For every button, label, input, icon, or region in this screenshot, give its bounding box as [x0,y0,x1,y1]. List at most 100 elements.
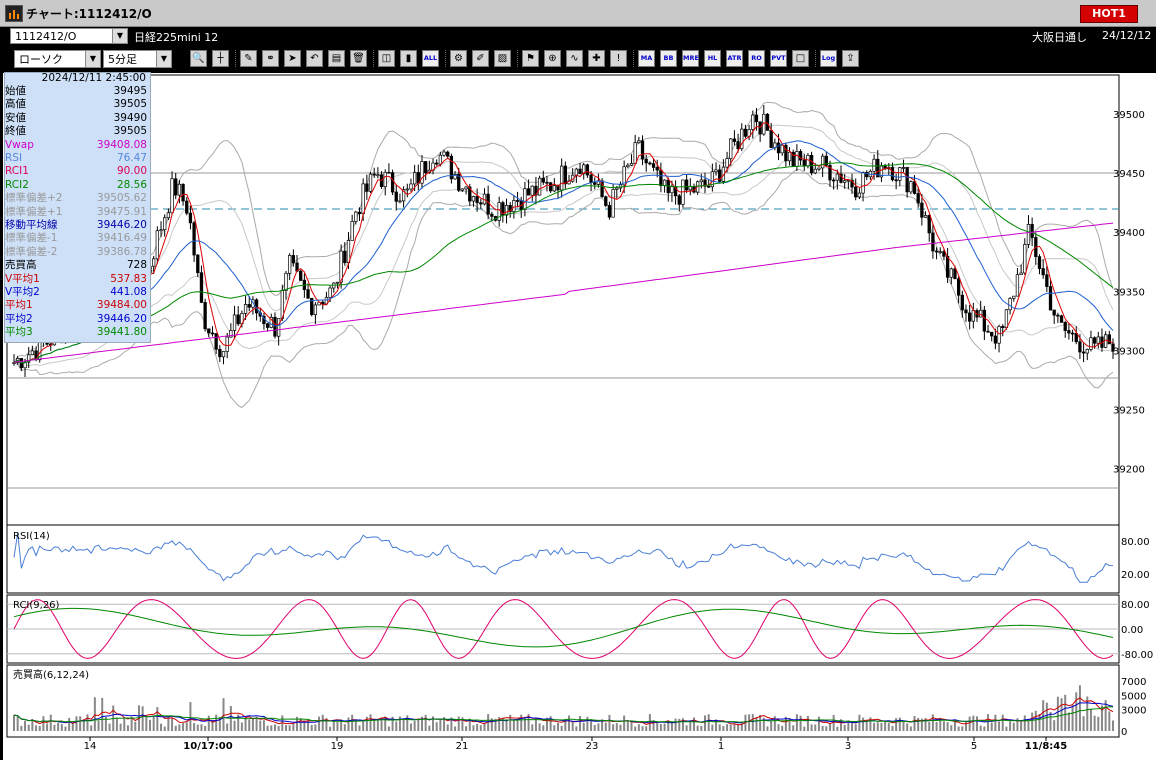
chart-area[interactable]: 39500 39450 39400 39350 39300 39250 39200 RSI(1… [3,73,1156,760]
info-row: RSI 76.47 [5,152,147,165]
toolbar-log-button[interactable]: Log [820,50,837,67]
toolbar-bb-button[interactable]: BB [660,50,677,67]
volume-bar [119,723,122,731]
toolbar-undo-button[interactable]: ↶ [306,50,323,67]
toolbar-color-button[interactable]: ▨ [494,50,511,67]
candle-body [563,165,567,185]
toolbar-average-button[interactable]: ∿ [566,50,583,67]
volume-bar [49,714,52,731]
candle-body [997,326,1001,344]
candle-body [1092,337,1097,344]
hot-button[interactable]: HOT1 [1080,5,1138,23]
candle-body [185,200,189,214]
toolbar-all-bars-button[interactable]: ALL [422,50,439,67]
toolbar-separator [373,50,376,67]
chevron-down-icon[interactable]: ▼ [85,51,100,67]
volume-bar [836,726,839,731]
toolbar-info-button[interactable]: ! [610,50,627,67]
rsi-axis-label: 20.00 [1121,570,1150,581]
interval-select[interactable]: 5分足 ▼ [103,50,172,68]
candle-body [537,177,542,196]
candle-body [523,188,527,211]
volume-bar [439,718,442,731]
volume-bar [273,724,276,731]
candle-body [578,168,582,175]
volume-bar [902,721,905,731]
volume-bar [321,714,324,731]
info-row-value: 28.56 [116,178,147,191]
toolbar-hl-button[interactable]: HL [704,50,721,67]
volume-bar [976,716,979,731]
volume-bar [737,724,740,731]
candle-body [1004,309,1009,329]
toolbar-settings-button[interactable]: ⚙ [450,50,467,67]
volume-bar [42,716,45,731]
info-row: 標準偏差-1 39416.49 [5,232,147,245]
toolbar-alert-button[interactable]: ⚑ [522,50,539,67]
candle-body [857,192,862,198]
info-row-label: 平均1 [5,299,33,312]
candle-body [934,250,939,253]
volume-bar [931,714,934,731]
toolbar-pointer-button[interactable]: ➤ [284,50,301,67]
candle-body [938,251,942,253]
toolbar-square-button[interactable]: □ [792,50,809,67]
toolbar-link-button[interactable]: ⚭ [262,50,279,67]
toolbar-export-button[interactable]: ⇪ [842,50,859,67]
volume-axis-label: 7000 [1121,677,1146,688]
rci-panel-label: RCI(9,26) [13,600,60,611]
toolbar-trash-button[interactable]: 🗑 [350,50,367,67]
candle-body [361,183,365,215]
volume-bar [968,716,971,731]
toolbar-cursor-lines-button[interactable]: ┼ [212,50,229,67]
rsi-panel-label: RSI(14) [13,531,50,542]
toolbar-zoom-button[interactable]: 🔍 [190,50,207,67]
candle-body [177,183,182,196]
volume-axis-label: 3000 [1121,706,1146,717]
toolbar-ro-button[interactable]: RO [748,50,765,67]
volume-bar [182,723,185,731]
volume-bar [354,720,357,731]
volume-bar [770,720,773,731]
volume-bar [906,723,909,731]
volume-bar [972,715,975,731]
volume-bar [575,726,578,731]
candle-body [820,155,825,169]
volume-bar [1056,696,1059,731]
candle-body [284,272,288,291]
info-row-value: 39408.08 [96,138,147,151]
price-chart-svg[interactable]: 39500 39450 39400 39350 39300 39250 39200 RSI(1… [3,73,1156,760]
candle-body [442,151,446,156]
candle-body [181,183,185,202]
chart-type-select[interactable]: ローソク ▼ [14,50,101,68]
toolbar-notes-button[interactable]: ▤ [328,50,345,67]
volume-bar [615,723,618,731]
toolbar-pvt-button[interactable]: PVT [770,50,787,67]
volume-bar [983,726,986,731]
volume-bar [376,720,379,731]
candle-body [622,166,626,186]
chevron-down-icon[interactable]: ▼ [112,29,127,43]
candle-body [357,211,362,215]
toolbar-pencil-button[interactable]: ✎ [240,50,257,67]
candle-body [214,333,218,350]
toolbar-mark-button[interactable]: ✚ [588,50,605,67]
toolbar-brush-button[interactable]: ✐ [472,50,489,67]
toolbar-atr-button[interactable]: ATR [726,50,743,67]
toolbar-red-candle-button[interactable]: ▮ [400,50,417,67]
chevron-down-icon[interactable]: ▼ [156,51,171,67]
info-row-label: 標準偏差-2 [5,245,58,258]
toolbar-mre-button[interactable]: MRE [682,50,699,67]
volume-bar [479,725,482,731]
time-axis-label: 10/17:00 [183,741,232,752]
candle-body [986,330,990,333]
volume-bar [998,721,1001,731]
volume-bar [946,722,949,731]
candle-body [155,230,159,260]
volume-bar [226,723,229,731]
toolbar-search-button[interactable]: ⊕ [544,50,561,67]
symbol-select[interactable]: 1112412/O ▼ [10,28,128,44]
volume-bar [318,716,321,731]
toolbar-ma-button[interactable]: MA [638,50,655,67]
toolbar-candle-mode-button[interactable]: ◫ [378,50,395,67]
